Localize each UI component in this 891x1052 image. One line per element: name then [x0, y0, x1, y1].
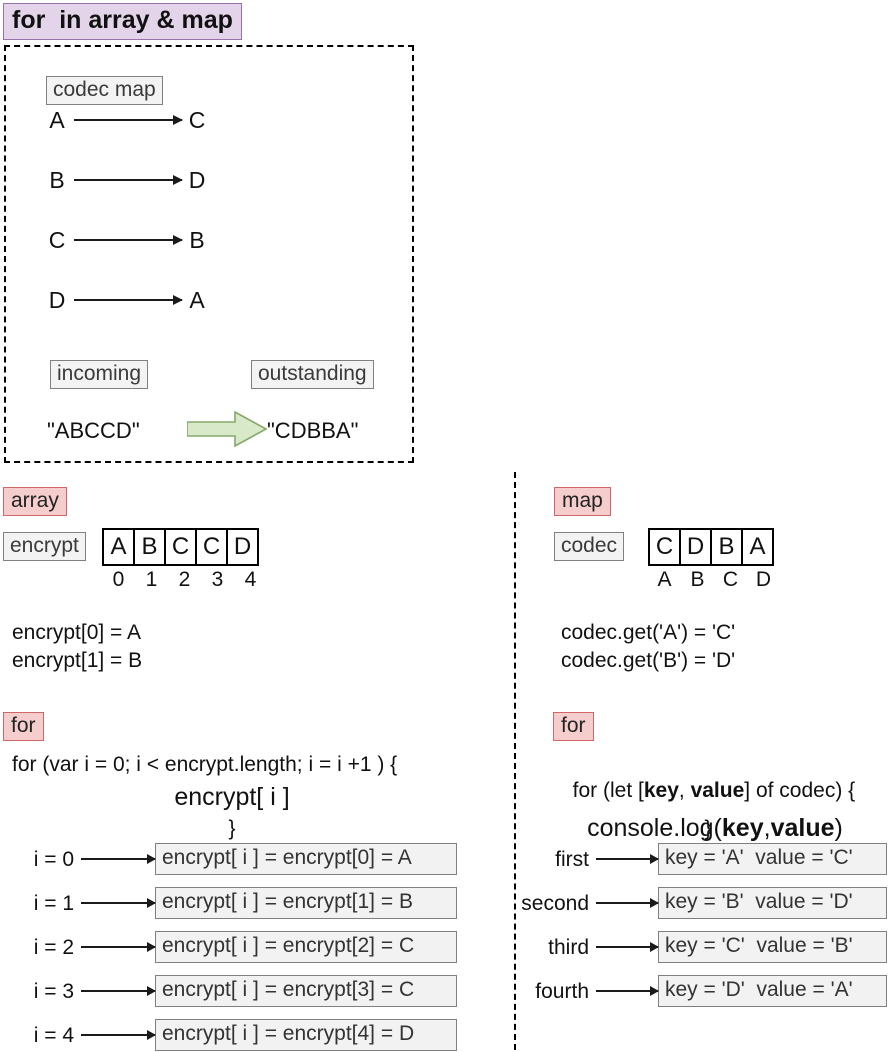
- iteration-label: i = 4: [33, 1023, 74, 1047]
- array-index-row: 0 1 2 3 4: [102, 568, 267, 591]
- transform-arrow-icon: [187, 411, 267, 447]
- iteration-label: fourth: [535, 979, 589, 1003]
- for-loop-code-line-3: }: [228, 817, 236, 840]
- array-example-line: encrypt[1] = B: [12, 649, 143, 672]
- iteration-row: third key = 'C' value = 'B': [504, 931, 887, 963]
- incoming-value: "ABCCD": [47, 418, 140, 443]
- iteration-row: i = 3 encrypt[ i ] = encrypt[3] = C: [18, 975, 457, 1007]
- map-key: D: [755, 568, 772, 591]
- arrow-icon: [74, 295, 183, 305]
- map-source-letter: B: [49, 166, 65, 193]
- map-cell: B: [710, 528, 743, 566]
- array-index: 3: [211, 568, 224, 591]
- array-example-line: encrypt[0] = A: [12, 621, 141, 644]
- map-target-letter: D: [188, 166, 206, 193]
- iteration-label: i = 2: [33, 935, 74, 959]
- map-cell: D: [679, 528, 712, 566]
- map-example-line: codec.get('B') = 'D': [561, 649, 736, 672]
- arrow-icon: [81, 1030, 156, 1040]
- iteration-row: i = 0 encrypt[ i ] = encrypt[0] = A: [18, 843, 457, 875]
- map-cell: C: [648, 528, 681, 566]
- iteration-row: second key = 'B' value = 'D': [504, 887, 887, 919]
- map-row: B D: [46, 166, 216, 194]
- section-badge-array: array: [3, 487, 67, 517]
- iteration-label: third: [548, 935, 589, 959]
- arrow-icon: [81, 898, 156, 908]
- map-row: C B: [46, 226, 216, 254]
- map-target-letter: B: [189, 226, 205, 253]
- section-badge-for-right: for: [553, 712, 594, 742]
- for-loop-code-line-1: for (var i = 0; i < encrypt.length; i = …: [12, 753, 398, 776]
- iteration-result: key = 'C' value = 'B': [658, 931, 887, 963]
- iteration-result: key = 'A' value = 'C': [658, 843, 887, 875]
- map-source-letter: D: [48, 286, 66, 313]
- outstanding-value: "CDBBA": [267, 418, 359, 443]
- array-cell: C: [164, 528, 197, 566]
- incoming-label: incoming: [50, 360, 149, 390]
- outstanding-label: outstanding: [251, 360, 374, 390]
- array-index: 2: [178, 568, 191, 591]
- section-badge-for-left: for: [3, 712, 44, 742]
- map-row: A C: [46, 106, 216, 134]
- array-cell: B: [133, 528, 166, 566]
- arrow-icon: [81, 854, 156, 864]
- arrow-icon: [81, 986, 156, 996]
- iteration-result: encrypt[ i ] = encrypt[3] = C: [155, 975, 457, 1007]
- iteration-result: encrypt[ i ] = encrypt[1] = B: [155, 887, 457, 919]
- map-target-letter: C: [188, 106, 206, 133]
- iteration-result: encrypt[ i ] = encrypt[0] = A: [155, 843, 457, 875]
- iteration-result: key = 'B' value = 'D': [658, 887, 887, 919]
- for-loop-code-line-2: encrypt[ i ]: [174, 783, 290, 811]
- arrow-icon: [74, 175, 183, 185]
- map-key: A: [657, 568, 672, 591]
- iteration-result: encrypt[ i ] = encrypt[2] = C: [155, 931, 457, 963]
- iteration-label: i = 3: [33, 979, 74, 1003]
- map-row: D A: [46, 286, 216, 314]
- array-variable-label: encrypt: [3, 532, 86, 562]
- array-index: 0: [112, 568, 125, 591]
- iteration-label: first: [555, 847, 589, 871]
- arrow-icon: [74, 235, 183, 245]
- array-cell: D: [226, 528, 259, 566]
- arrow-icon: [596, 942, 659, 952]
- array-cells: A B C C D: [102, 528, 259, 566]
- iteration-result: key = 'D' value = 'A': [658, 975, 887, 1007]
- map-key-row: A B C D: [648, 568, 780, 591]
- iteration-row: i = 1 encrypt[ i ] = encrypt[1] = B: [18, 887, 457, 919]
- arrow-icon: [596, 854, 659, 864]
- map-variable-label: codec: [554, 532, 625, 562]
- iteration-row: fourth key = 'D' value = 'A': [504, 975, 887, 1007]
- iteration-label: i = 0: [33, 847, 74, 871]
- map-source-letter: C: [48, 226, 66, 253]
- map-target-letter: A: [189, 286, 205, 313]
- map-key: C: [722, 568, 739, 591]
- iteration-result: encrypt[ i ] = encrypt[4] = D: [155, 1019, 457, 1051]
- iteration-label: second: [521, 891, 589, 915]
- map-source-letter: A: [49, 106, 65, 133]
- iteration-row: i = 4 encrypt[ i ] = encrypt[4] = D: [18, 1019, 457, 1051]
- map-cells: C D B A: [648, 528, 774, 566]
- array-index: 4: [244, 568, 257, 591]
- array-index: 1: [145, 568, 158, 591]
- iteration-row: i = 2 encrypt[ i ] = encrypt[2] = C: [18, 931, 457, 963]
- arrow-icon: [596, 986, 659, 996]
- arrow-icon: [596, 898, 659, 908]
- array-cell: C: [195, 528, 228, 566]
- map-key: B: [690, 568, 705, 591]
- iteration-label: i = 1: [33, 891, 74, 915]
- codec-map-label: codec map: [46, 76, 163, 106]
- page-title: for in array & map: [3, 3, 242, 40]
- column-divider: [514, 472, 516, 1050]
- arrow-icon: [81, 942, 156, 952]
- map-cell: A: [741, 528, 774, 566]
- for-of-code-line-3: }: [704, 817, 712, 840]
- array-cell: A: [102, 528, 135, 566]
- arrow-icon: [74, 115, 183, 125]
- iteration-row: first key = 'A' value = 'C': [504, 843, 887, 875]
- map-example-line: codec.get('A') = 'C': [561, 621, 736, 644]
- section-badge-map: map: [554, 487, 611, 517]
